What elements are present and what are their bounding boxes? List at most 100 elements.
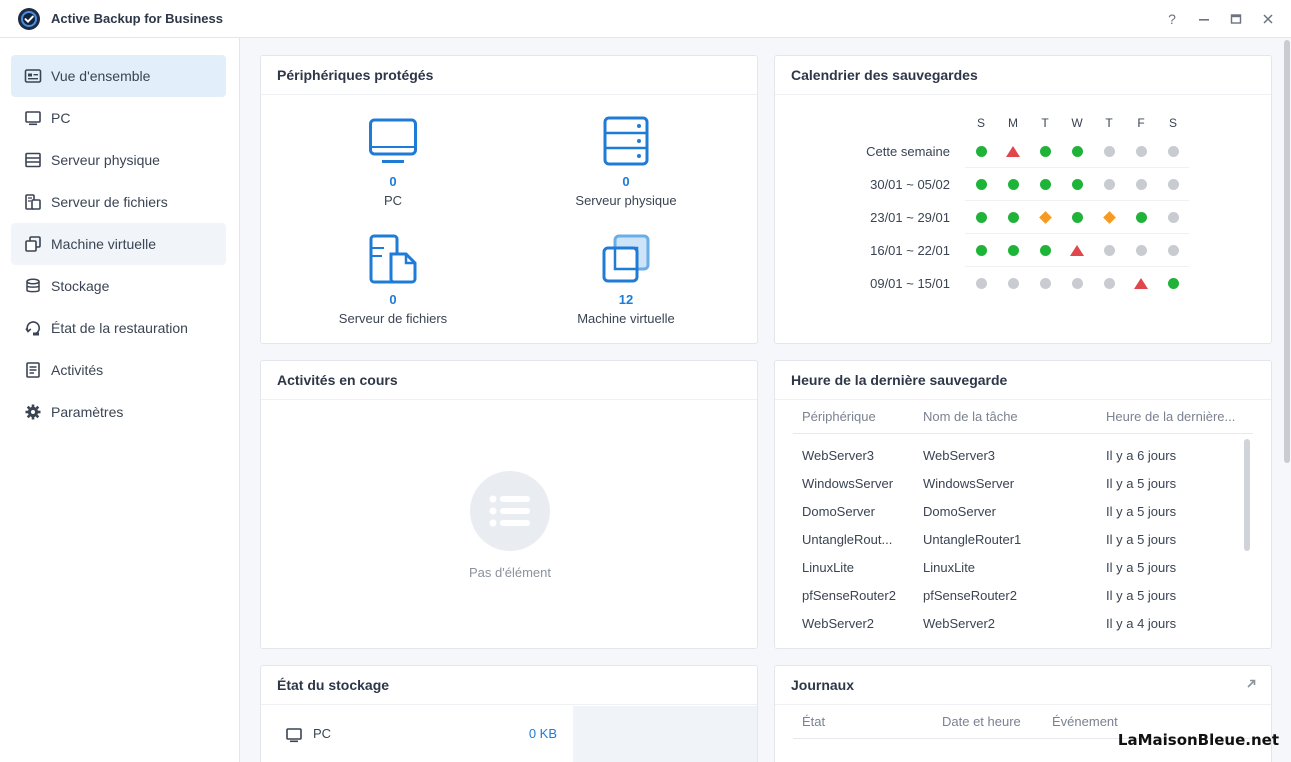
- table-body: WebServer3 WebServer3 Il y a 6 jours Window…: [802, 441, 1246, 637]
- device-label: PC: [383, 193, 403, 208]
- day-cell[interactable]: [1061, 234, 1093, 266]
- day-cell[interactable]: [1125, 234, 1157, 266]
- day-cell[interactable]: [965, 234, 997, 266]
- main-scrollbar[interactable]: [1283, 40, 1291, 760]
- day-cell[interactable]: [997, 234, 1029, 266]
- day-cell[interactable]: [1093, 168, 1125, 200]
- day-cell[interactable]: [1125, 201, 1157, 233]
- day-cell[interactable]: [1029, 135, 1061, 167]
- day-cell[interactable]: [1061, 135, 1093, 167]
- task-cell: UntangleRouter1: [923, 531, 1022, 547]
- sidebar-item-pc[interactable]: PC: [11, 97, 226, 139]
- day-cell[interactable]: [1093, 267, 1125, 300]
- calendar-week-row: 30/01 ~ 05/02: [835, 168, 1189, 201]
- device-file-server[interactable]: 0 Serveur de fichiers: [293, 234, 493, 326]
- table-row[interactable]: WebServer2 WebServer2 Il y a 4 jours: [802, 609, 1246, 637]
- close-icon[interactable]: [1261, 12, 1275, 26]
- day-cell[interactable]: [1061, 267, 1093, 300]
- success-icon: [1039, 178, 1051, 190]
- device-cell: WindowsServer: [802, 475, 894, 491]
- day-cell[interactable]: [997, 168, 1029, 200]
- sidebar-item-settings[interactable]: Paramètres: [11, 391, 226, 433]
- day-cell[interactable]: [1157, 168, 1189, 200]
- day-cell[interactable]: [1029, 201, 1061, 233]
- day-cell[interactable]: [1029, 168, 1061, 200]
- table-row[interactable]: WindowsServer WindowsServer Il y a 5 jours: [802, 469, 1246, 497]
- table-row[interactable]: pfSenseRouter2 pfSenseRouter2 Il y a 5 jou…: [802, 581, 1246, 609]
- day-header: S: [976, 116, 985, 130]
- no-backup-icon: [1167, 244, 1179, 256]
- sidebar-item-activities[interactable]: Activités: [11, 349, 226, 391]
- day-cell[interactable]: [965, 135, 997, 167]
- table-row[interactable]: WebServer3 WebServer3 Il y a 6 jours: [802, 441, 1246, 469]
- sidebar-item-virtual-machine[interactable]: Machine virtuelle: [11, 223, 226, 265]
- server-icon: [603, 116, 649, 166]
- maximize-icon[interactable]: [1229, 12, 1243, 26]
- sidebar-item-storage[interactable]: Stockage: [11, 265, 226, 307]
- week-cells: [965, 201, 1189, 234]
- day-cell[interactable]: [1125, 135, 1157, 167]
- time-cell: Il y a 5 jours: [1106, 475, 1177, 491]
- sidebar-item-overview[interactable]: Vue d'ensemble: [11, 55, 226, 97]
- sidebar-item-label: Paramètres: [51, 404, 124, 420]
- success-icon: [1167, 278, 1179, 289]
- minimize-icon[interactable]: [1197, 12, 1211, 26]
- storage-row[interactable]: PC 0 KB: [261, 706, 573, 762]
- week-label: 09/01 ~ 15/01: [870, 276, 950, 291]
- success-icon: [1039, 145, 1051, 157]
- file-server-icon: [25, 194, 41, 210]
- day-cell[interactable]: [997, 135, 1029, 167]
- success-icon: [975, 211, 987, 223]
- day-cell[interactable]: [1157, 135, 1189, 167]
- day-cell[interactable]: [1157, 234, 1189, 266]
- scrollbar-thumb[interactable]: [1244, 439, 1250, 551]
- time-cell: Il y a 5 jours: [1106, 587, 1177, 603]
- day-cell[interactable]: [997, 267, 1029, 300]
- column-header-status[interactable]: État: [802, 714, 942, 729]
- day-cell[interactable]: [1061, 168, 1093, 200]
- table-row[interactable]: UntangleRout... UntangleRouter1 Il y a 5 j…: [802, 525, 1246, 553]
- day-cell[interactable]: [965, 201, 997, 233]
- day-cell[interactable]: [965, 267, 997, 300]
- table-row[interactable]: DomoServer DomoServer Il y a 5 jours: [802, 497, 1246, 525]
- server-icon: [25, 152, 41, 168]
- day-cell[interactable]: [1093, 201, 1125, 233]
- day-header: T: [1041, 116, 1049, 130]
- table-scrollbar[interactable]: [1243, 439, 1251, 644]
- day-cell[interactable]: [1061, 201, 1093, 233]
- scrollbar-thumb[interactable]: [1284, 40, 1290, 463]
- day-cell[interactable]: [1093, 135, 1125, 167]
- day-cell[interactable]: [1125, 168, 1157, 200]
- device-cell: WebServer3: [802, 447, 875, 463]
- divider: [793, 433, 1253, 434]
- column-header-event[interactable]: Événement: [1052, 714, 1172, 729]
- column-header-task[interactable]: Nom de la tâche: [923, 409, 1106, 424]
- day-cell[interactable]: [1029, 267, 1061, 300]
- help-icon[interactable]: ?: [1165, 11, 1179, 27]
- calendar-header: S M T W T F S: [965, 116, 1189, 130]
- storage-status-panel: État du stockage PC 0 KB: [260, 665, 758, 762]
- success-icon: [1007, 178, 1019, 190]
- sidebar-item-restore-status[interactable]: État de la restauration: [11, 307, 226, 349]
- day-cell[interactable]: [965, 168, 997, 200]
- panel-title: Périphériques protégés: [261, 56, 757, 95]
- device-virtual-machine[interactable]: 12 Machine virtuelle: [526, 234, 726, 326]
- day-cell[interactable]: [1029, 234, 1061, 266]
- day-cell[interactable]: [1157, 267, 1189, 300]
- column-header-device[interactable]: Périphérique: [802, 409, 923, 424]
- time-cell: Il y a 5 jours: [1106, 503, 1177, 519]
- column-header-time[interactable]: Heure de la dernière...: [1106, 409, 1246, 424]
- day-cell[interactable]: [1157, 201, 1189, 233]
- device-physical-server[interactable]: 0 Serveur physique: [526, 116, 726, 208]
- sidebar-item-physical-server[interactable]: Serveur physique: [11, 139, 226, 181]
- day-cell[interactable]: [997, 201, 1029, 233]
- device-pc[interactable]: 0 PC: [293, 116, 493, 208]
- column-header-datetime[interactable]: Date et heure: [942, 714, 1052, 729]
- expand-icon[interactable]: [1245, 678, 1257, 690]
- sidebar-item-file-server[interactable]: Serveur de fichiers: [11, 181, 226, 223]
- day-cell[interactable]: [1093, 234, 1125, 266]
- gear-icon: [25, 404, 41, 420]
- panel-title: Calendrier des sauvegardes: [775, 56, 1271, 95]
- table-row[interactable]: LinuxLite LinuxLite Il y a 5 jours: [802, 553, 1246, 581]
- day-cell[interactable]: [1125, 267, 1157, 300]
